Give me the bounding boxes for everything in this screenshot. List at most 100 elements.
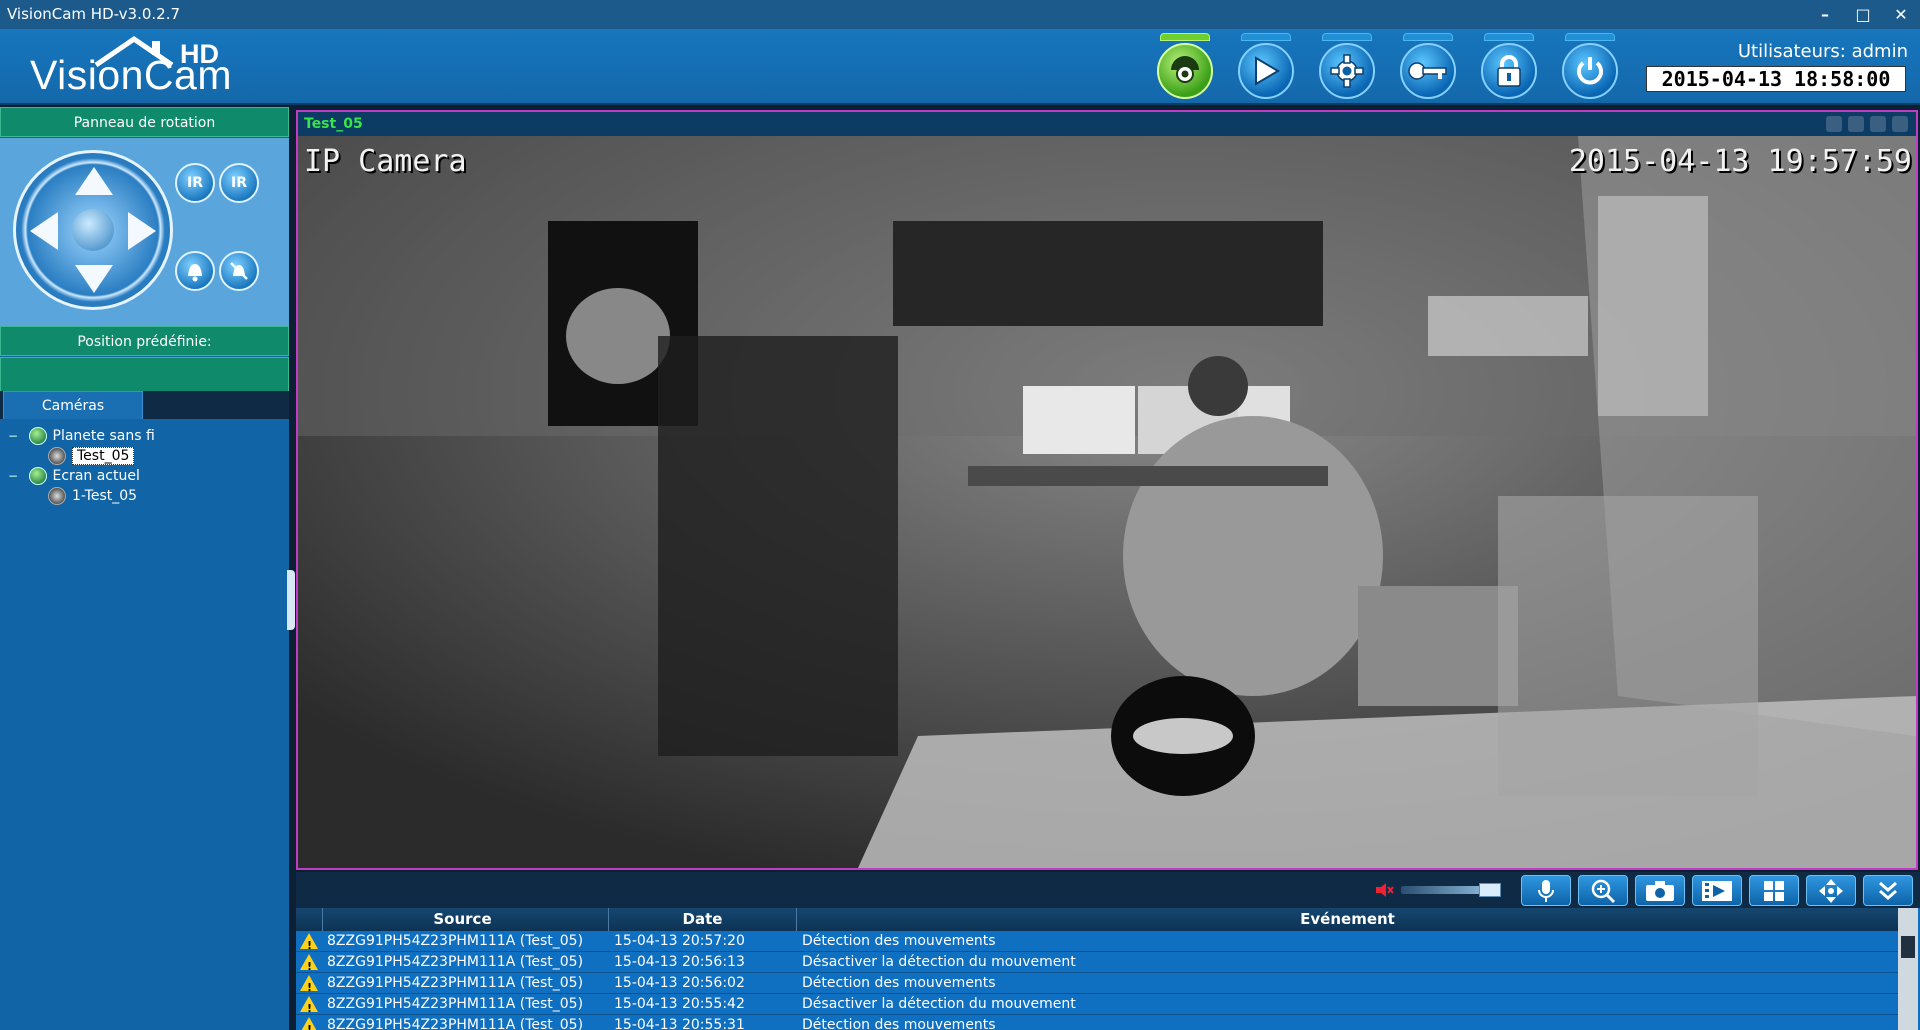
alarm-on-button[interactable] (175, 251, 215, 291)
ptz-move-button[interactable] (1806, 875, 1856, 906)
video-camera-name: Test_05 (304, 116, 363, 132)
globe-icon (28, 467, 47, 485)
record-video-icon (1702, 880, 1732, 901)
tree-item-1-test05[interactable]: 1-Test_05 (48, 486, 137, 506)
lock-icon (1497, 55, 1521, 87)
camera-feed[interactable]: IP Camera 2015-04-13 19:57:59 (298, 136, 1916, 868)
collapse-icon (1879, 881, 1897, 900)
tree-label: Ecran actuel (52, 468, 140, 484)
bell-off-icon (230, 262, 248, 280)
user-label: Utilisateurs: admin (1737, 41, 1908, 62)
speaker-muted-icon[interactable] (1374, 880, 1394, 900)
pan-left-icon[interactable] (30, 212, 58, 250)
zoom-in-icon (1591, 879, 1616, 903)
globe-icon (28, 427, 47, 445)
playback-button[interactable] (1230, 33, 1302, 103)
minimize-button[interactable]: – (1806, 0, 1844, 29)
table-row[interactable]: 8ZZG91PH54Z23PHM111A (Test_05) 15-04-13 … (296, 973, 1898, 998)
video-tool-icon[interactable] (1892, 116, 1908, 132)
video-panel: Test_05 IP Camera 2015-04-13 19:57:59 (296, 110, 1918, 870)
grid-layout-icon (1764, 880, 1784, 901)
column-header-event[interactable]: Evénement (796, 908, 1898, 931)
column-header-source[interactable]: Source (322, 908, 602, 931)
microphone-icon (1538, 879, 1554, 902)
osd-camera-name: IP Camera (304, 144, 467, 179)
event-description: Désactiver la détection du mouvement (802, 954, 1076, 970)
camera-scene-image (298, 136, 1916, 868)
warning-icon (300, 954, 318, 977)
event-description: Désactiver la détection du mouvement (802, 996, 1076, 1012)
tree-item-test05[interactable]: Test_05 (48, 446, 135, 466)
alarm-off-button[interactable] (219, 251, 259, 291)
lock-button[interactable] (1473, 33, 1545, 103)
snapshot-icon (1646, 880, 1674, 901)
title-bar: VisionCam HD-v3.0.2.7 – □ ✕ (0, 0, 1920, 29)
event-log-scrollbar[interactable] (1898, 908, 1918, 1030)
table-row[interactable]: 8ZZG91PH54Z23PHM111A (Test_05) 15-04-13 … (296, 994, 1898, 1019)
camera-dome-icon (1171, 56, 1199, 83)
ptz-move-icon (1819, 878, 1843, 903)
microphone-button[interactable] (1521, 875, 1571, 906)
app-window: VisionCam HD-v3.0.2.7 – □ ✕ HD VisionCam (0, 0, 1920, 1030)
maximize-button[interactable]: □ (1844, 0, 1882, 29)
camera-icon (48, 487, 66, 505)
table-row[interactable]: 8ZZG91PH54Z23PHM111A (Test_05) 15-04-13 … (296, 1015, 1898, 1030)
warning-icon (300, 996, 318, 1019)
event-date: 15-04-13 20:57:20 (614, 933, 745, 949)
ir-off-button[interactable]: IR (219, 163, 259, 203)
ir-on-button[interactable]: IR (175, 163, 215, 203)
video-control-bar (296, 872, 1920, 908)
settings-button[interactable] (1311, 33, 1383, 103)
play-icon (1255, 56, 1280, 86)
scrollbar-thumb[interactable] (1901, 936, 1915, 958)
camera-tree: − Planete sans fi Test_05 − Ecran actuel… (0, 419, 289, 1030)
tree-expander[interactable]: − (8, 469, 18, 483)
volume-slider[interactable] (1401, 883, 1501, 897)
pan-up-icon[interactable] (75, 167, 113, 195)
snapshot-button[interactable] (1635, 875, 1685, 906)
live-view-button[interactable] (1149, 33, 1221, 103)
video-tool-icon[interactable] (1870, 116, 1886, 132)
close-button[interactable]: ✕ (1882, 0, 1920, 29)
volume-knob[interactable] (1479, 883, 1501, 897)
power-icon (1577, 57, 1603, 85)
zoom-in-button[interactable] (1578, 875, 1628, 906)
ptz-center-button[interactable] (72, 209, 114, 251)
window-title: VisionCam HD-v3.0.2.7 (7, 5, 181, 23)
grid-layout-button[interactable] (1749, 875, 1799, 906)
event-source: 8ZZG91PH54Z23PHM111A (Test_05) (327, 933, 584, 949)
preset-position-bar[interactable] (0, 357, 289, 392)
table-row[interactable]: 8ZZG91PH54Z23PHM111A (Test_05) 15-04-13 … (296, 952, 1898, 977)
key-icon (1408, 62, 1447, 80)
event-source: 8ZZG91PH54Z23PHM111A (Test_05) (327, 975, 584, 991)
visioncam-logo: HD VisionCam (30, 35, 260, 101)
event-description: Détection des mouvements (802, 975, 996, 991)
collapse-button[interactable] (1863, 875, 1913, 906)
osd-timestamp: 2015-04-13 19:57:59 (1568, 144, 1912, 179)
warning-icon (300, 933, 318, 956)
app-header: HD VisionCam Utilisateurs: admin 2015-04… (0, 29, 1920, 105)
column-header-date[interactable]: Date (608, 908, 796, 931)
table-row[interactable]: 8ZZG91PH54Z23PHM111A (Test_05) 15-04-13 … (296, 931, 1898, 956)
keys-button[interactable] (1392, 33, 1464, 103)
event-log-header: Source Date Evénement (296, 908, 1898, 931)
tree-group-planete[interactable]: − Planete sans fi (0, 426, 155, 446)
event-description: Détection des mouvements (802, 1017, 996, 1030)
power-button[interactable] (1554, 33, 1626, 103)
panel-splitter-handle[interactable] (287, 570, 295, 630)
tab-cameras[interactable]: Caméras (3, 391, 143, 419)
tree-label: Planete sans fi (52, 428, 155, 444)
event-source: 8ZZG91PH54Z23PHM111A (Test_05) (327, 954, 584, 970)
pan-down-icon[interactable] (75, 265, 113, 293)
bell-icon (188, 264, 202, 282)
tree-expander[interactable]: − (8, 429, 18, 443)
event-date: 15-04-13 20:56:13 (614, 954, 745, 970)
video-tool-icon[interactable] (1848, 116, 1864, 132)
pan-right-icon[interactable] (128, 212, 156, 250)
ptz-joystick[interactable] (13, 150, 173, 310)
event-source: 8ZZG91PH54Z23PHM111A (Test_05) (327, 996, 584, 1012)
tree-group-ecran[interactable]: − Ecran actuel (0, 466, 140, 486)
video-tool-icon[interactable] (1826, 116, 1842, 132)
record-button[interactable] (1692, 875, 1742, 906)
camera-icon (48, 447, 66, 465)
